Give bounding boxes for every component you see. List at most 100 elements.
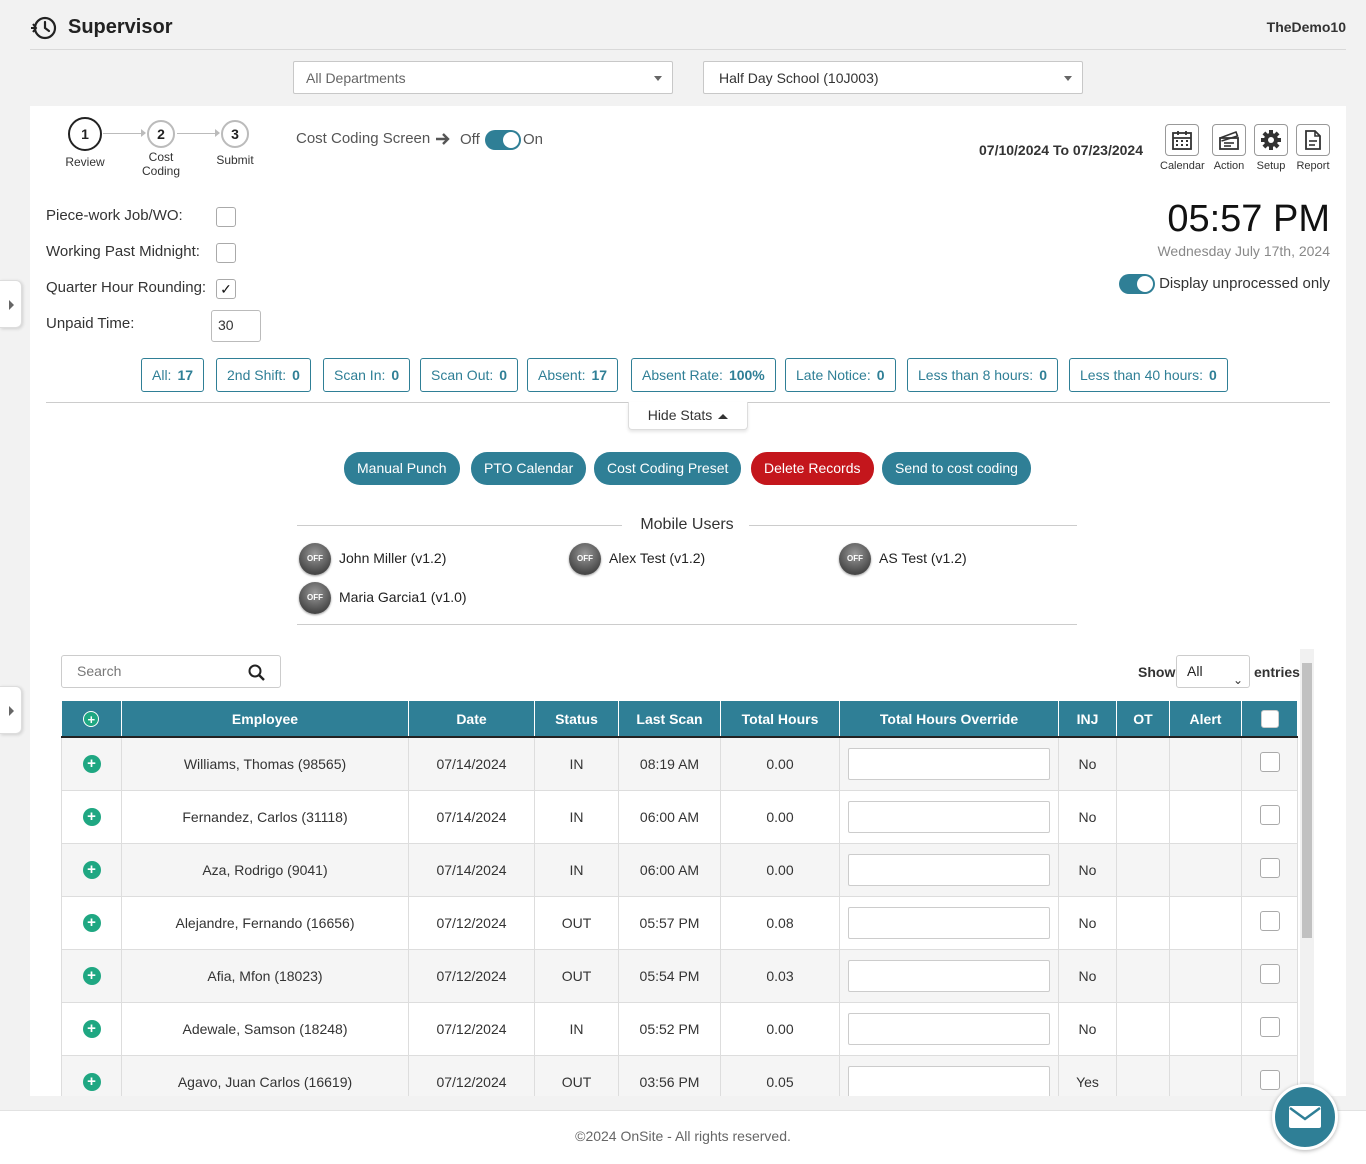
total-hours-override-input[interactable] bbox=[848, 1012, 1050, 1045]
pto-calendar-button[interactable]: PTO Calendar bbox=[471, 452, 587, 485]
plus-circle-icon[interactable]: + bbox=[82, 860, 101, 879]
department-select[interactable]: All Departments bbox=[293, 61, 673, 94]
column-header-status[interactable]: Status bbox=[534, 701, 619, 738]
column-header-inj[interactable]: INJ bbox=[1058, 701, 1117, 738]
scrollbar-thumb[interactable] bbox=[1302, 663, 1312, 938]
step-review[interactable]: 1 Review bbox=[60, 117, 110, 169]
expand-all-header[interactable]: + bbox=[61, 701, 122, 738]
plus-circle-icon[interactable]: + bbox=[82, 913, 101, 932]
expand-row-cell[interactable]: + bbox=[61, 790, 122, 844]
total-hours-override-input[interactable] bbox=[848, 800, 1050, 833]
row-checkbox[interactable] bbox=[1259, 1070, 1280, 1090]
total-hours-override-input[interactable] bbox=[848, 747, 1050, 780]
row-checkbox[interactable] bbox=[1259, 911, 1280, 931]
caret-up-icon bbox=[718, 413, 729, 419]
search-icon[interactable] bbox=[248, 664, 265, 681]
stat-2nd-shift[interactable]: 2nd Shift: 0 bbox=[216, 358, 311, 392]
mobile-user-item[interactable]: OFF John Miller (v1.2) bbox=[299, 543, 446, 575]
step-number: 1 bbox=[68, 117, 102, 151]
plus-circle-icon[interactable]: + bbox=[82, 807, 101, 826]
table-scrollbar[interactable] bbox=[1300, 649, 1314, 1096]
plus-circle-icon[interactable]: + bbox=[82, 1072, 101, 1091]
plus-circle-icon[interactable]: + bbox=[82, 966, 101, 985]
expand-row-cell[interactable]: + bbox=[61, 1055, 122, 1096]
delete-records-button[interactable]: Delete Records bbox=[751, 452, 874, 485]
contact-mail-button[interactable] bbox=[1272, 1084, 1338, 1150]
column-header-total-hours-override[interactable]: Total Hours Override bbox=[839, 701, 1059, 738]
row-checkbox[interactable] bbox=[1259, 964, 1280, 984]
stat-absent-rate[interactable]: Absent Rate: 100% bbox=[631, 358, 776, 392]
stat-absent[interactable]: Absent: 17 bbox=[527, 358, 619, 392]
expand-row-cell[interactable]: + bbox=[61, 1002, 122, 1056]
send-to-cost-coding-button[interactable]: Send to cost coding bbox=[882, 452, 1031, 485]
employee-cell[interactable]: Agavo, Juan Carlos (16619) bbox=[121, 1055, 409, 1096]
expand-row-cell[interactable]: + bbox=[61, 737, 122, 791]
column-header-employee[interactable]: Employee bbox=[121, 701, 409, 738]
account-name[interactable]: TheDemo10 bbox=[1267, 19, 1346, 35]
stat-late-notice[interactable]: Late Notice: 0 bbox=[785, 358, 896, 392]
row-checkbox[interactable] bbox=[1259, 805, 1280, 825]
expand-row-cell[interactable]: + bbox=[61, 843, 122, 897]
total-hours-override-input[interactable] bbox=[848, 959, 1050, 992]
school-select[interactable]: Half Day School (10J003) bbox=[703, 61, 1083, 94]
stat-scan-in[interactable]: Scan In: 0 bbox=[323, 358, 411, 392]
total-hours-override-input[interactable] bbox=[848, 853, 1050, 886]
total-hours-override-input[interactable] bbox=[848, 906, 1050, 939]
display-unprocessed-toggle[interactable] bbox=[1119, 274, 1155, 294]
employee-cell[interactable]: Aza, Rodrigo (9041) bbox=[121, 843, 409, 897]
column-header-ot[interactable]: OT bbox=[1116, 701, 1170, 738]
column-header-alert[interactable]: Alert bbox=[1169, 701, 1242, 738]
select-all-checkbox[interactable] bbox=[1260, 709, 1279, 728]
inj-cell: No bbox=[1058, 790, 1117, 844]
mobile-user-item[interactable]: OFF AS Test (v1.2) bbox=[839, 543, 967, 575]
stat-less-than-8-hours[interactable]: Less than 8 hours: 0 bbox=[907, 358, 1058, 392]
entries-select[interactable]: All ⌄ bbox=[1176, 655, 1250, 688]
off-status-icon: OFF bbox=[569, 543, 601, 575]
entries-label: entries bbox=[1254, 664, 1300, 680]
expand-row-cell[interactable]: + bbox=[61, 949, 122, 1003]
stat-all[interactable]: All: 17 bbox=[141, 358, 205, 392]
column-header-date[interactable]: Date bbox=[408, 701, 535, 738]
tool-label: Calendar bbox=[1160, 160, 1205, 172]
search-input[interactable]: Search bbox=[61, 655, 281, 688]
stat-scan-out[interactable]: Scan Out: 0 bbox=[420, 358, 519, 392]
employee-cell[interactable]: Afia, Mfon (18023) bbox=[121, 949, 409, 1003]
action-tool-button[interactable]: Action bbox=[1207, 124, 1251, 172]
mobile-user-item[interactable]: OFF Alex Test (v1.2) bbox=[569, 543, 705, 575]
cost-coding-preset-button[interactable]: Cost Coding Preset bbox=[594, 452, 742, 485]
piecework-checkbox[interactable] bbox=[216, 207, 236, 227]
plus-circle-icon[interactable]: + bbox=[82, 754, 101, 773]
step-submit[interactable]: 3 Submit bbox=[210, 120, 260, 167]
plus-circle-icon[interactable]: + bbox=[82, 1019, 101, 1038]
gear-icon bbox=[1261, 130, 1281, 150]
mobile-user-item[interactable]: OFF Maria Garcia1 (v1.0) bbox=[299, 582, 467, 614]
row-checkbox[interactable] bbox=[1259, 1017, 1280, 1037]
employee-cell[interactable]: Adewale, Samson (18248) bbox=[121, 1002, 409, 1056]
step-cost-coding[interactable]: 2 Cost Coding bbox=[131, 120, 191, 178]
calendar-tool-button[interactable]: Calendar bbox=[1160, 124, 1205, 172]
manual-punch-button[interactable]: Manual Punch bbox=[344, 452, 460, 485]
past-midnight-checkbox[interactable] bbox=[216, 243, 236, 263]
employee-cell[interactable]: Alejandre, Fernando (16656) bbox=[121, 896, 409, 950]
left-panel-expand-tab[interactable] bbox=[0, 280, 22, 328]
report-tool-button[interactable]: Report bbox=[1291, 124, 1335, 172]
row-checkbox[interactable] bbox=[1259, 858, 1280, 878]
unpaid-time-input[interactable]: 30 bbox=[211, 310, 261, 342]
ot-cell bbox=[1116, 1002, 1170, 1056]
total-hours-cell: 0.00 bbox=[720, 737, 840, 791]
stat-less-than-40-hours[interactable]: Less than 40 hours: 0 bbox=[1069, 358, 1228, 392]
column-header-total-hours[interactable]: Total Hours bbox=[720, 701, 840, 738]
expand-row-cell[interactable]: + bbox=[61, 896, 122, 950]
left-panel-expand-tab[interactable] bbox=[0, 686, 22, 734]
total-hours-override-input[interactable] bbox=[848, 1065, 1050, 1096]
date-range[interactable]: 07/10/2024 To 07/23/2024 bbox=[979, 142, 1143, 158]
hide-stats-button[interactable]: Hide Stats bbox=[628, 402, 748, 430]
select-all-header[interactable] bbox=[1241, 701, 1298, 738]
cost-coding-toggle[interactable] bbox=[485, 130, 521, 150]
quarter-hour-checkbox[interactable]: ✓ bbox=[216, 279, 236, 299]
employee-cell[interactable]: Williams, Thomas (98565) bbox=[121, 737, 409, 791]
row-checkbox[interactable] bbox=[1259, 752, 1280, 773]
setup-tool-button[interactable]: Setup bbox=[1249, 124, 1293, 172]
column-header-last-scan[interactable]: Last Scan bbox=[618, 701, 721, 738]
employee-cell[interactable]: Fernandez, Carlos (31118) bbox=[121, 790, 409, 844]
